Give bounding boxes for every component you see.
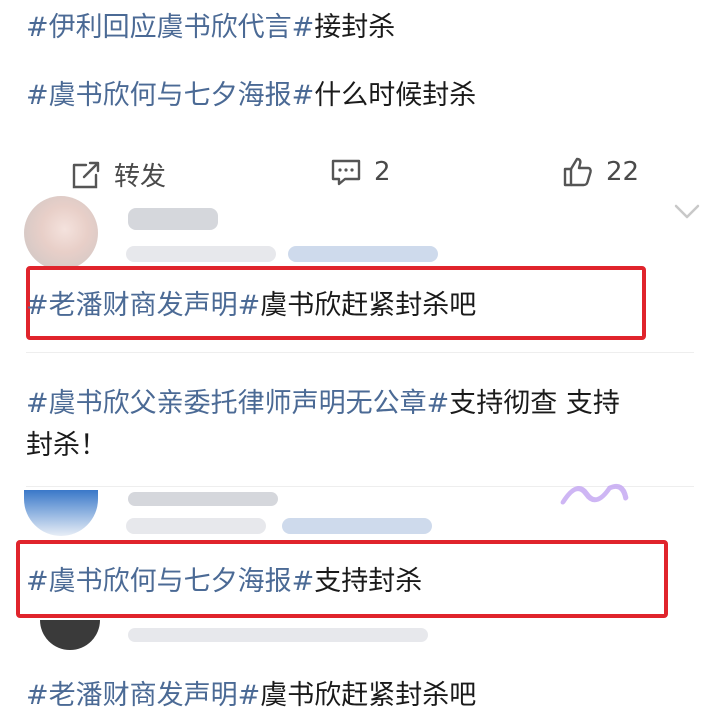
comment-text-1: #老潘财商发声明#虞书欣赶紧封杀吧	[26, 286, 700, 326]
avatar[interactable]	[24, 196, 98, 270]
username-blurred[interactable]	[128, 492, 278, 506]
meta-blurred	[128, 628, 428, 642]
comment-text-2-cont: 封杀！	[26, 426, 700, 466]
device-blurred	[288, 246, 438, 262]
hashtag-link[interactable]: #伊利回应虞书欣代言#	[26, 12, 314, 43]
comment-text-2: #虞书欣父亲委托律师声明无公章#支持彻查 支持	[26, 384, 700, 424]
avatar[interactable]	[24, 490, 98, 536]
username-blurred[interactable]	[128, 208, 218, 230]
hashtag-link[interactable]: #虞书欣何与七夕海报#	[26, 80, 314, 111]
repost-icon	[72, 161, 100, 188]
comment-count: 2	[374, 157, 391, 187]
like-count: 22	[606, 157, 640, 187]
post-body: 什么时候封杀	[314, 80, 477, 111]
timestamp-blurred	[126, 246, 276, 262]
hashtag-link[interactable]: #虞书欣何与七夕海报#	[26, 566, 314, 597]
avatar[interactable]	[40, 620, 100, 650]
comment-text-3: #虞书欣何与七夕海报#支持封杀	[26, 562, 700, 602]
comment-body: 封杀！	[26, 430, 107, 461]
device-blurred	[282, 518, 432, 534]
post-action-bar: 转发 2 22	[0, 150, 720, 198]
repost-button[interactable]: 转发	[70, 156, 166, 193]
decorative-badge	[557, 478, 634, 516]
comment-body: 支持封杀	[314, 566, 423, 597]
chevron-down-icon[interactable]	[672, 200, 702, 224]
hashtag-link[interactable]: #老潘财商发声明#	[26, 290, 260, 321]
comment-text-4: #老潘财商发声明#虞书欣赶紧封杀吧	[26, 676, 700, 716]
comment-icon	[331, 159, 361, 186]
comment-button[interactable]: 2	[330, 156, 391, 188]
hashtag-link[interactable]: #老潘财商发声明#	[26, 680, 260, 711]
like-button[interactable]: 22	[562, 156, 639, 188]
divider	[26, 352, 694, 353]
post-body: 接封杀	[314, 12, 396, 43]
comment-body: 支持彻查 支持	[449, 388, 620, 419]
post-text-2: #虞书欣何与七夕海报#什么时候封杀	[26, 76, 700, 116]
like-icon	[563, 157, 592, 187]
post-text-1: #伊利回应虞书欣代言#接封杀	[26, 8, 700, 48]
repost-label: 转发	[114, 162, 167, 192]
comment-body: 虞书欣赶紧封杀吧	[260, 290, 477, 321]
hashtag-link[interactable]: #虞书欣父亲委托律师声明无公章#	[26, 388, 449, 419]
timestamp-blurred	[126, 518, 266, 534]
comment-body: 虞书欣赶紧封杀吧	[260, 680, 477, 711]
